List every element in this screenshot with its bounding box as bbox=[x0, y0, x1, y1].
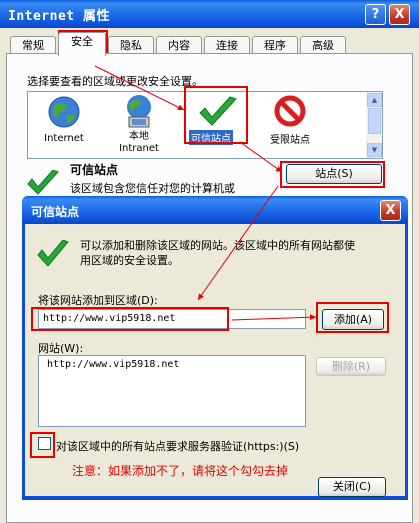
trusted-sites-highlight bbox=[184, 86, 248, 144]
sites-button-highlight bbox=[280, 161, 385, 188]
zone-checkmark-icon bbox=[27, 170, 59, 195]
tab-content[interactable]: 内容 bbox=[156, 36, 202, 54]
window-close-button[interactable]: X bbox=[389, 4, 410, 25]
restricted-icon bbox=[274, 95, 306, 127]
scroll-thumb[interactable] bbox=[368, 108, 381, 134]
websites-list[interactable]: http://www.vip5918.net bbox=[38, 355, 306, 427]
tab-privacy[interactable]: 隐私 bbox=[108, 36, 154, 54]
globe-icon bbox=[48, 96, 80, 128]
add-site-label: 将该网站添加到区域(D): bbox=[38, 294, 158, 307]
zone-description: 该区域包含您信任对您的计算机或 bbox=[70, 182, 235, 195]
dialog-info-text: 可以添加和删除该区域的网站。该区域中的所有网站都使 用区域的安全设置。 bbox=[80, 239, 355, 267]
zone-restricted-label[interactable]: 受限站点 bbox=[262, 131, 318, 146]
zone-internet-label[interactable]: Internet bbox=[37, 133, 91, 144]
dialog-close-x-button[interactable]: X bbox=[380, 200, 401, 221]
scroll-up-button[interactable]: ▲ bbox=[367, 93, 382, 107]
tab-security[interactable]: 安全 bbox=[58, 32, 106, 56]
close-button[interactable]: 关闭(C) bbox=[318, 477, 386, 497]
remove-button[interactable]: 删除(R) bbox=[316, 357, 386, 376]
tab-advanced[interactable]: 高级 bbox=[300, 36, 346, 54]
zone-local-intranet-label[interactable]: 本地 Intranet bbox=[112, 131, 166, 155]
help-button[interactable]: ? bbox=[365, 4, 386, 25]
https-checkbox-highlight bbox=[30, 432, 55, 458]
add-button-highlight bbox=[316, 302, 389, 333]
zone-heading: 可信站点 bbox=[70, 163, 119, 177]
window-title: Internet 属性 bbox=[8, 9, 110, 24]
dialog-checkmark-icon bbox=[37, 240, 69, 267]
tab-general[interactable]: 常规 bbox=[10, 36, 56, 54]
note-text: 注意：如果添加不了，请将这个勾勾去掉 bbox=[72, 464, 289, 478]
local-intranet-icon bbox=[127, 95, 151, 128]
dialog-title: 可信站点 bbox=[31, 205, 80, 219]
add-site-input-highlight bbox=[31, 307, 229, 331]
scroll-down-button[interactable]: ▼ bbox=[367, 143, 382, 157]
websites-label: 网站(W): bbox=[38, 342, 84, 355]
zone-instruction: 选择要查看的区域或更改安全设置。 bbox=[27, 75, 203, 88]
website-item[interactable]: http://www.vip5918.net bbox=[47, 359, 179, 370]
tab-connections[interactable]: 连接 bbox=[204, 36, 250, 54]
dialog-titlebar[interactable] bbox=[22, 196, 408, 224]
https-checkbox-label[interactable]: 对该区域中的所有站点要求服务器验证(https:)(S) bbox=[56, 438, 299, 454]
tab-programs[interactable]: 程序 bbox=[252, 36, 298, 54]
